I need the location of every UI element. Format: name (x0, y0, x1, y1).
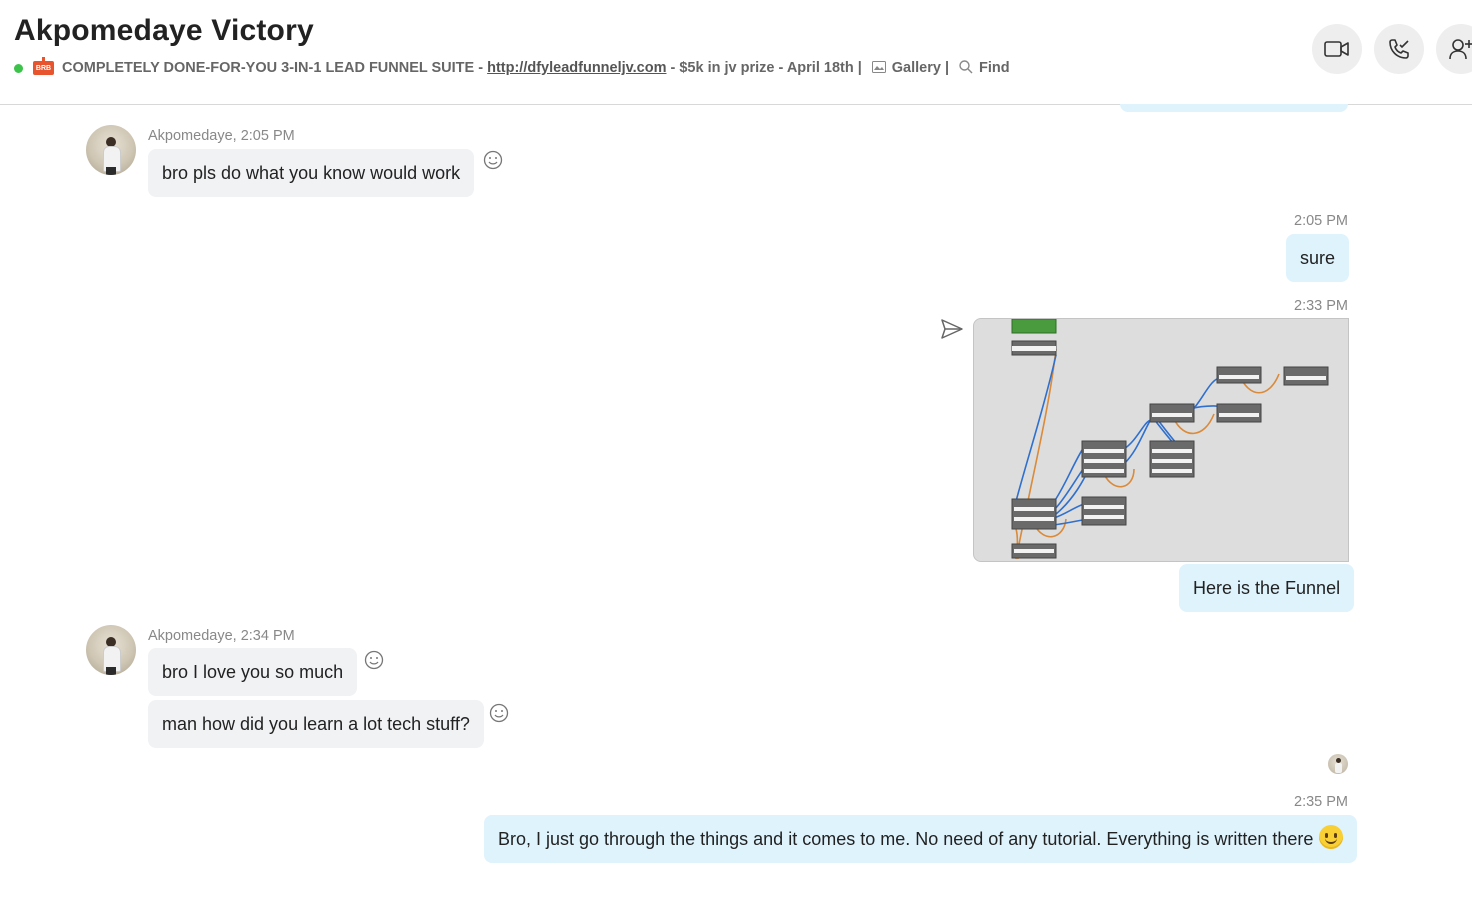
incoming-message[interactable]: bro pls do what you know would work (148, 149, 475, 197)
gallery-icon (871, 60, 886, 76)
gallery-link[interactable]: Gallery | (871, 60, 950, 76)
chat-header: Akpomedaye Victory BRB COMPLETELY DONE-F… (0, 0, 1472, 105)
add-people-button[interactable] (1436, 24, 1472, 74)
message-time: 2:35 PM (1294, 794, 1348, 810)
react-emoji-icon[interactable] (489, 703, 509, 723)
message-time: 2:05 PM (1294, 213, 1348, 229)
mood-suffix: - $5k in jv prize - April 18th | (666, 60, 862, 76)
audio-call-button[interactable] (1374, 24, 1424, 74)
image-caption-message[interactable]: Here is the Funnel (1179, 564, 1355, 612)
conversation-title[interactable]: Akpomedaye Victory (14, 14, 314, 48)
sender-line: Akpomedaye, 2:05 PM (148, 128, 295, 144)
smiley-face-icon (1319, 825, 1344, 850)
outgoing-message[interactable]: sure (1286, 234, 1350, 282)
message-time: 2:33 PM (1294, 298, 1348, 314)
mood-message: COMPLETELY DONE-FOR-YOU 3-IN-1 LEAD FUNN… (62, 60, 862, 76)
find-link[interactable]: Find (959, 59, 1010, 77)
sender-line: Akpomedaye, 2:34 PM (148, 628, 295, 644)
incoming-message[interactable]: man how did you learn a lot tech stuff? (148, 700, 484, 748)
react-emoji-icon[interactable] (483, 150, 503, 170)
contact-avatar[interactable] (86, 625, 136, 675)
funnel-image-attachment[interactable] (973, 318, 1349, 562)
mood-link[interactable]: http://dfyleadfunneljv.com (487, 60, 666, 76)
mood-prefix: COMPLETELY DONE-FOR-YOU 3-IN-1 LEAD FUNN… (62, 60, 488, 76)
previous-message-bubble (1120, 104, 1348, 112)
brb-badge: BRB (33, 57, 54, 75)
phone-icon (1389, 39, 1409, 59)
find-label: Find (979, 60, 1010, 76)
add-person-icon (1449, 39, 1472, 60)
read-receipt-avatar (1328, 754, 1348, 774)
online-status-dot (14, 63, 23, 73)
contact-avatar[interactable] (86, 125, 136, 175)
outgoing-message[interactable]: Bro, I just go through the things and it… (484, 815, 1358, 863)
message-text: Bro, I just go through the things and it… (498, 829, 1314, 849)
forward-icon[interactable] (940, 318, 964, 345)
react-emoji-icon[interactable] (364, 650, 384, 670)
search-icon (959, 59, 973, 77)
video-call-button[interactable] (1312, 24, 1362, 74)
video-camera-icon (1324, 41, 1349, 57)
incoming-message[interactable]: bro I love you so much (148, 648, 358, 696)
gallery-label: Gallery | (891, 60, 950, 76)
status-line: BRB COMPLETELY DONE-FOR-YOU 3-IN-1 LEAD … (14, 57, 1010, 78)
